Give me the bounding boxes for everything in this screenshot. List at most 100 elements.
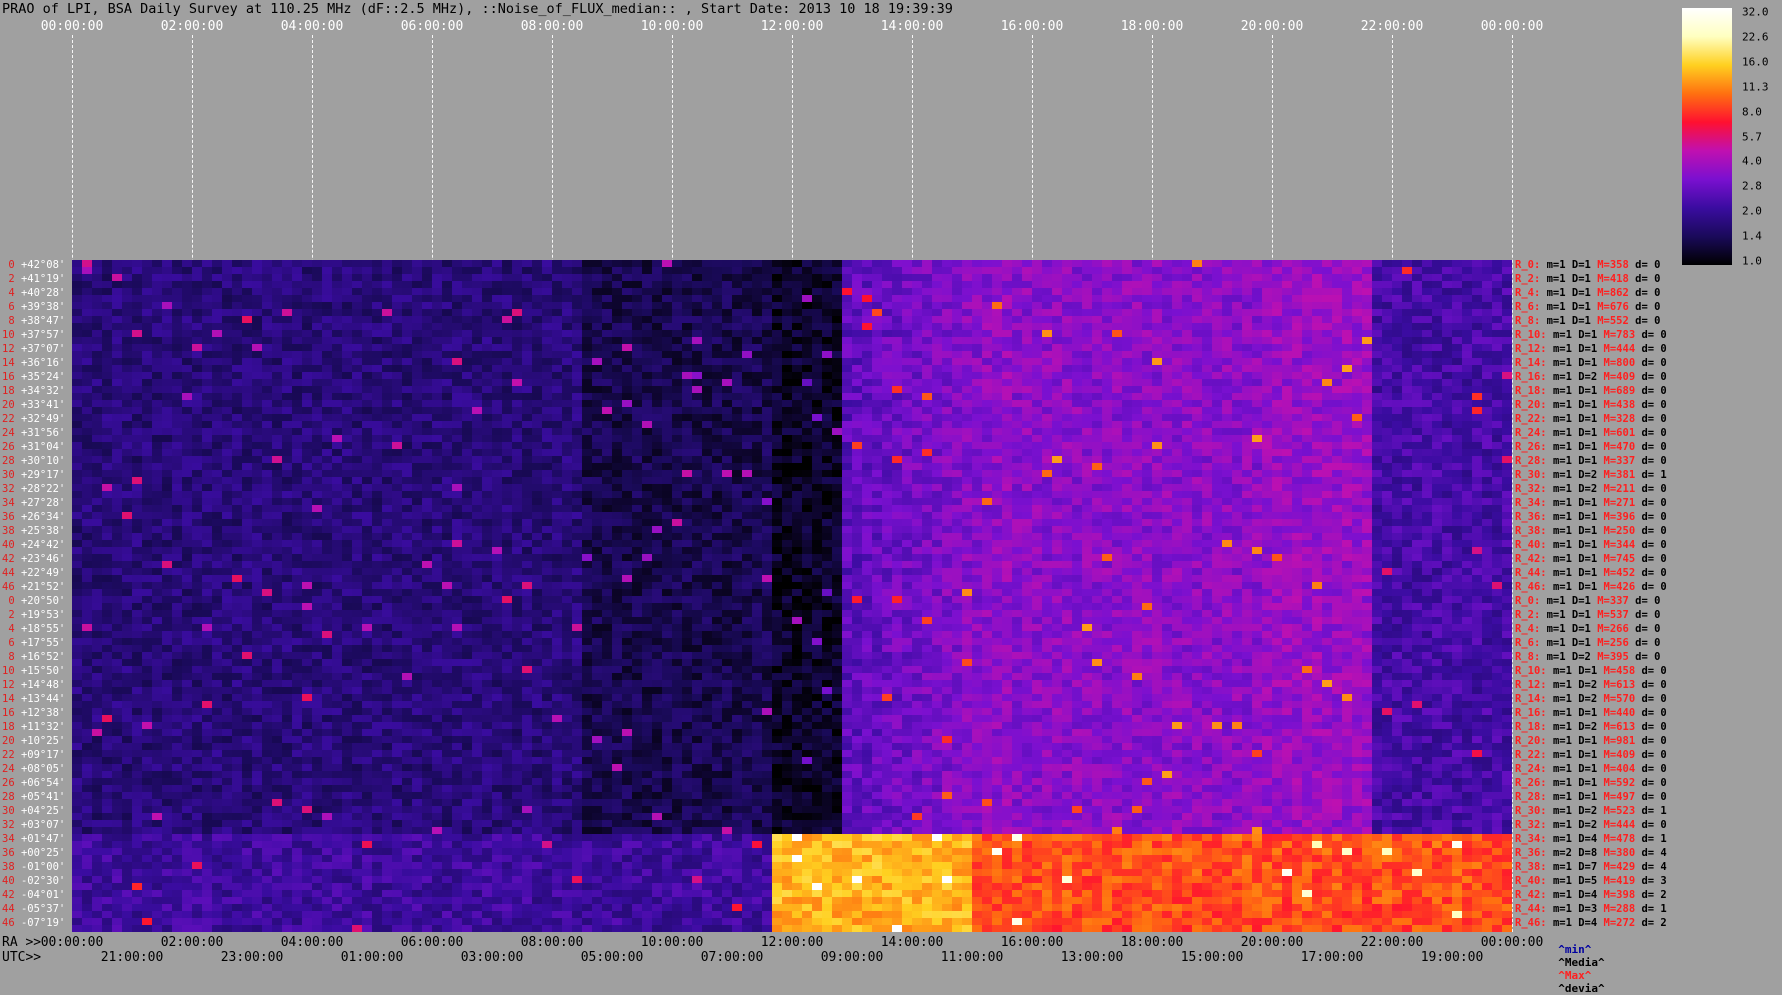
heatmap-cell [1472, 330, 1483, 338]
heatmap-cell [112, 316, 123, 324]
heatmap-cell [862, 393, 873, 401]
heatmap-cell [532, 379, 543, 387]
heatmap-cell [712, 302, 723, 310]
heatmap-cell [1202, 281, 1213, 289]
heatmap-cell [1282, 295, 1293, 303]
heatmap-cell [392, 351, 403, 359]
heatmap-cell [1292, 260, 1303, 268]
heatmap-cell [122, 260, 133, 268]
heatmap-cell [752, 323, 763, 331]
heatmap-cell [1362, 400, 1373, 408]
heatmap-cell [482, 351, 493, 359]
heatmap-cell [452, 442, 463, 450]
heatmap-cell [512, 498, 523, 506]
heatmap-cell [672, 330, 683, 338]
heatmap-cell [692, 281, 703, 289]
heatmap-cell [652, 386, 663, 394]
heatmap-cell [662, 484, 673, 492]
heatmap-cell [1362, 407, 1373, 415]
heatmap-cell [862, 421, 873, 429]
heatmap-cell [222, 302, 233, 310]
heatmap-cell [722, 358, 733, 366]
heatmap-cell [1202, 309, 1213, 317]
heatmap-cell [872, 414, 883, 422]
heatmap-cell [1302, 463, 1313, 471]
heatmap-cell [932, 274, 943, 282]
heatmap-cell [1422, 358, 1433, 366]
heatmap-cell [722, 309, 733, 317]
heatmap-cell [1312, 302, 1323, 310]
heatmap-cell [702, 400, 713, 408]
heatmap-cell [1232, 414, 1243, 422]
heatmap-cell [282, 372, 293, 380]
heatmap-cell [1392, 393, 1403, 401]
heatmap-cell [1452, 316, 1463, 324]
heatmap-cell [1352, 344, 1363, 352]
heatmap-cell [832, 379, 843, 387]
heatmap-cell [1102, 463, 1113, 471]
heatmap-cell [852, 302, 863, 310]
heatmap-cell [1062, 316, 1073, 324]
heatmap-cell [442, 400, 453, 408]
heatmap-cell [822, 358, 833, 366]
heatmap-cell [82, 414, 93, 422]
heatmap-cell [702, 365, 713, 373]
heatmap-cell [1012, 372, 1023, 380]
heatmap-cell [412, 379, 423, 387]
heatmap-cell [1182, 400, 1193, 408]
heatmap-cell [272, 267, 283, 275]
heatmap-cell [762, 267, 773, 275]
heatmap-cell [612, 323, 623, 331]
heatmap-cell [822, 484, 833, 492]
heatmap-cell [1372, 281, 1383, 289]
heatmap-cell [1182, 393, 1193, 401]
heatmap-cell [1012, 260, 1023, 268]
heatmap-cell [1422, 449, 1433, 457]
heatmap-cell [992, 316, 1003, 324]
heatmap-cell [1342, 309, 1353, 317]
heatmap-cell [312, 351, 323, 359]
heatmap-cell [242, 477, 253, 485]
heatmap-cell [122, 407, 133, 415]
heatmap-cell [832, 323, 843, 331]
heatmap-cell [992, 365, 1003, 373]
heatmap-cell [372, 400, 383, 408]
heatmap-cell [312, 344, 323, 352]
heatmap-cell [412, 449, 423, 457]
heatmap-cell [662, 267, 673, 275]
heatmap-cell [1422, 456, 1433, 464]
heatmap-cell [1362, 372, 1373, 380]
heatmap-cell [592, 323, 603, 331]
heatmap-cell [1442, 470, 1453, 478]
heatmap-cell [892, 400, 903, 408]
heatmap-cell [1302, 323, 1313, 331]
heatmap-cell [852, 407, 863, 415]
heatmap-cell [1282, 323, 1293, 331]
heatmap-cell [912, 302, 923, 310]
heatmap-cell [652, 316, 663, 324]
heatmap-cell [342, 288, 353, 296]
heatmap-cell [212, 337, 223, 345]
heatmap-cell [772, 470, 783, 478]
heatmap-cell [122, 302, 133, 310]
heatmap-cell [1232, 400, 1243, 408]
heatmap-cell [1482, 379, 1493, 387]
heatmap-cell [632, 260, 643, 268]
heatmap-cell [582, 477, 593, 485]
heatmap-cell [1312, 323, 1323, 331]
heatmap-cell [1322, 442, 1333, 450]
heatmap-cell [282, 400, 293, 408]
heatmap-cell [142, 407, 153, 415]
heatmap-cell [402, 498, 413, 506]
heatmap-cell [452, 330, 463, 338]
heatmap-cell [402, 456, 413, 464]
heatmap-cell [1292, 456, 1303, 464]
heatmap-cell [1252, 456, 1263, 464]
heatmap-cell [1312, 470, 1323, 478]
heatmap-cell [932, 470, 943, 478]
heatmap-cell [592, 365, 603, 373]
heatmap-cell [1302, 393, 1313, 401]
heatmap-cell [532, 274, 543, 282]
heatmap-cell [722, 274, 733, 282]
heatmap-cell [752, 491, 763, 499]
